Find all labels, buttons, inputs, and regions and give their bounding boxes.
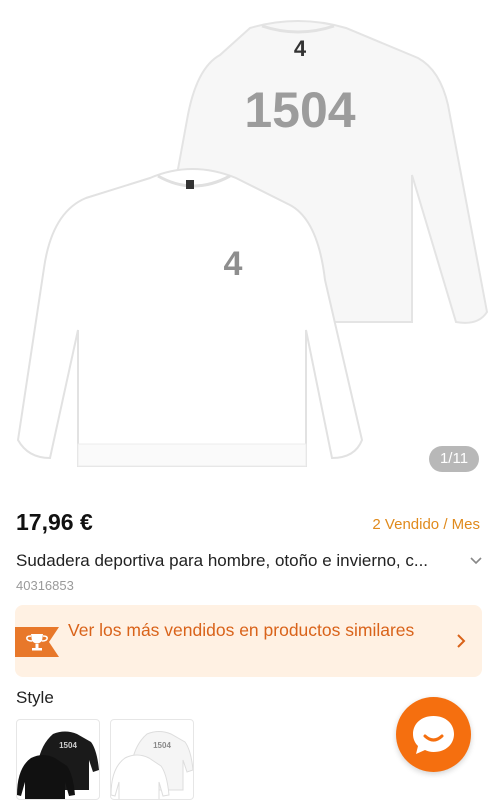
style-option-white[interactable]: 1504 <box>110 719 194 800</box>
front-logo-glyph: 4 <box>224 245 243 283</box>
product-price: 17,96 € <box>16 509 93 535</box>
banner-text: Ver los más vendidos en productos simila… <box>68 620 415 640</box>
monthly-sold-count: 2 Vendido / Mes <box>372 516 480 533</box>
white-sweatshirt-thumbnail: 1504 <box>111 731 193 799</box>
chat-bubble-icon <box>413 716 454 754</box>
thumb-black-print: 1504 <box>59 741 77 750</box>
product-sku: 40316853 <box>16 578 74 593</box>
sweatshirt-product-image: 4 1504 4 <box>16 20 489 467</box>
best-sellers-banner[interactable]: Ver los más vendidos en productos simila… <box>15 605 482 677</box>
product-title: Sudadera deportiva para hombre, otoño e … <box>16 551 429 570</box>
back-print-number: 1504 <box>244 82 355 138</box>
style-label: Style <box>16 688 54 707</box>
trophy-icon <box>15 627 59 657</box>
thumb-white-print: 1504 <box>153 741 171 750</box>
style-option-black[interactable]: 1504 <box>16 719 100 800</box>
image-counter: 1/11 <box>429 446 479 472</box>
product-image-gallery[interactable]: 4 1504 4 1/11 <box>0 0 497 500</box>
chevron-right-icon <box>457 634 466 648</box>
chevron-down-icon[interactable] <box>468 553 484 569</box>
product-title-row[interactable]: Sudadera deportiva para hombre, otoño e … <box>16 549 484 573</box>
chat-button[interactable] <box>396 697 471 772</box>
back-logo-glyph: 4 <box>294 36 307 61</box>
black-sweatshirt-thumbnail: 1504 <box>17 731 99 799</box>
